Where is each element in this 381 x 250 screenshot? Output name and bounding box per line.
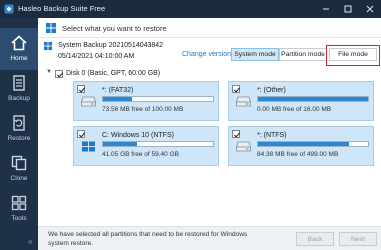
footer: We have selected all partitions that nee…	[38, 226, 381, 250]
change-version-link[interactable]: Change version	[182, 51, 231, 58]
usage-bar	[257, 141, 369, 147]
partition-free-space: 0.00 MB free of 16.00 MB	[257, 106, 332, 113]
usage-bar	[257, 96, 369, 102]
backup-date: 05/14/2021 04:10:00 AM	[58, 53, 135, 60]
restore-hint-message: We have selected all partitions that nee…	[48, 231, 248, 247]
partition-name: *: (Other)	[257, 87, 286, 94]
collapse-sidebar-button[interactable]: «	[28, 237, 32, 246]
windows-logo-icon	[44, 42, 52, 50]
usage-bar	[102, 141, 214, 147]
clone-icon	[11, 155, 27, 171]
partition-name: *: (FAT32)	[102, 87, 134, 94]
close-button[interactable]	[359, 0, 381, 18]
partition-free-space: 73.56 MB free of 100.00 MB	[102, 106, 184, 113]
backup-icon	[13, 75, 25, 91]
partition-card[interactable]: C: Windows 10 (NTFS) 41.05 GB free of 59…	[73, 126, 219, 166]
sidebar-item-restore[interactable]: Restore	[0, 108, 38, 150]
title-bar: Hasleo Backup Suite Free	[0, 0, 381, 18]
minimize-button[interactable]	[315, 0, 337, 18]
page-header: Select what you want to restore	[38, 18, 381, 38]
partition-checkbox[interactable]	[77, 85, 86, 93]
back-button[interactable]: Back	[296, 232, 334, 246]
minimize-icon	[323, 8, 329, 10]
close-icon	[366, 5, 374, 13]
sidebar-item-label: Restore	[7, 135, 31, 142]
disk-row: ▼ Disk 0 (Basic, GPT, 60.00 GB)	[38, 68, 381, 80]
partition-card[interactable]: *: (FAT32) 73.56 MB free of 100.00 MB	[73, 81, 219, 121]
checkmark-icon	[233, 87, 241, 93]
next-button[interactable]: Next	[339, 232, 377, 246]
usage-bar	[102, 96, 214, 102]
partition-checkbox[interactable]	[232, 130, 241, 138]
tools-icon	[11, 195, 27, 211]
disk-label: Disk 0 (Basic, GPT, 60.00 GB)	[66, 70, 161, 77]
sidebar: Home Backup Restore Clone Tools «	[0, 18, 38, 250]
windows-drive-icon	[82, 141, 95, 152]
checkmark-icon	[56, 72, 64, 78]
home-icon	[11, 35, 27, 51]
sidebar-item-clone[interactable]: Clone	[0, 148, 38, 190]
partition-checkbox[interactable]	[77, 130, 86, 138]
sidebar-item-backup[interactable]: Backup	[0, 68, 38, 110]
app-logo-icon	[4, 4, 14, 14]
grid-icon	[46, 23, 56, 33]
checkmark-icon	[233, 132, 241, 138]
partition-card[interactable]: *: (Other) 0.00 MB free of 16.00 MB	[228, 81, 374, 121]
page-title: Select what you want to restore	[62, 24, 167, 33]
sidebar-item-label: Backup	[8, 95, 30, 102]
partition-card[interactable]: *: (NTFS) 84.38 MB free of 499.00 MB	[228, 126, 374, 166]
window-title: Hasleo Backup Suite Free	[18, 4, 106, 13]
checkmark-icon	[78, 87, 86, 93]
usage-bar-fill	[103, 97, 132, 101]
drive-icon	[236, 141, 251, 152]
sidebar-item-tools[interactable]: Tools	[0, 188, 38, 230]
disk-checkbox[interactable]	[55, 70, 64, 78]
partition-mode-button[interactable]: Partition mode	[279, 48, 327, 61]
restore-icon	[13, 115, 25, 131]
usage-bar-fill	[258, 97, 368, 101]
chevron-down-icon[interactable]: ▼	[46, 69, 52, 75]
system-mode-button[interactable]: System mode	[231, 48, 279, 61]
partition-name: *: (NTFS)	[257, 132, 287, 139]
sidebar-item-label: Home	[10, 55, 28, 62]
sidebar-item-label: Tools	[11, 215, 27, 222]
usage-bar-fill	[103, 142, 138, 146]
backup-name: System Backup 20210514043842	[58, 42, 164, 49]
drive-icon	[236, 96, 251, 107]
partition-name: C: Windows 10 (NTFS)	[102, 132, 174, 139]
partition-free-space: 84.38 MB free of 499.00 MB	[257, 151, 339, 158]
usage-bar-fill	[258, 142, 350, 146]
highlight-annotation	[326, 45, 380, 66]
sidebar-item-home[interactable]: Home	[0, 28, 38, 70]
drive-icon	[81, 96, 96, 107]
partition-free-space: 41.05 GB free of 59.40 GB	[102, 151, 179, 158]
maximize-button[interactable]	[337, 0, 359, 18]
partition-checkbox[interactable]	[232, 85, 241, 93]
checkmark-icon	[78, 132, 86, 138]
sidebar-item-label: Clone	[10, 175, 28, 182]
maximize-icon	[344, 5, 352, 13]
